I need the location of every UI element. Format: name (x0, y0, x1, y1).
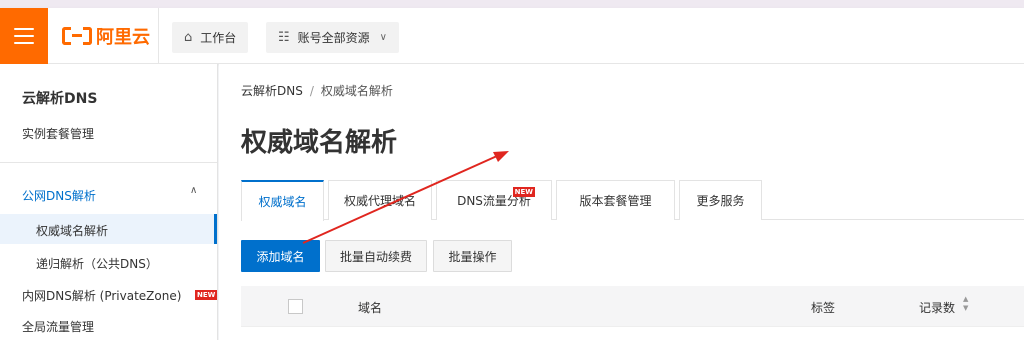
breadcrumb-current: 权威域名解析 (320, 84, 393, 98)
page-title: 权威域名解析 (241, 128, 398, 158)
aliyun-logo-mark (62, 27, 92, 45)
tab-authoritative-domains[interactable]: 权威域名 (241, 180, 324, 221)
tab-bar: 权威域名 权威代理域名 DNS流量分析 NEW 版本套餐管理 更多服务 (241, 180, 1024, 221)
breadcrumb: 云解析DNS / 权威域名解析 (241, 82, 393, 99)
sidebar-item-private-zone-label: 内网DNS解析 (PrivateZone) (22, 289, 182, 303)
sidebar-title: 云解析DNS (22, 91, 98, 107)
new-badge: NEW (512, 187, 535, 197)
resource-group-icon: ☷ (278, 30, 290, 45)
sidebar-divider (0, 162, 217, 163)
home-icon: ⌂ (184, 30, 193, 45)
sidebar: 云解析DNS 实例套餐管理 公网DNS解析 ∧ 权威域名解析 递归解析（公共DN… (0, 64, 218, 340)
chevron-up-icon[interactable]: ∧ (190, 185, 197, 196)
table-header: 域名 标签 记录数 ▲ ▼ (241, 286, 1024, 326)
chevron-down-icon: ∨ (379, 32, 387, 43)
tab-proxy-domains[interactable]: 权威代理域名 (328, 180, 432, 220)
menu-button[interactable] (0, 8, 48, 64)
column-domain: 域名 (358, 301, 383, 315)
aliyun-logo[interactable]: 阿里云 (62, 8, 150, 64)
sidebar-item-private-zone[interactable]: 内网DNS解析 (PrivateZone) (22, 287, 181, 304)
breadcrumb-root[interactable]: 云解析DNS (241, 84, 303, 98)
select-all-checkbox[interactable] (288, 299, 303, 314)
sort-icon[interactable]: ▲ ▼ (963, 295, 971, 313)
main-content: 云解析DNS / 权威域名解析 权威域名解析 权威域名 权威代理域名 DNS流量分析… (219, 64, 1024, 340)
header-divider (158, 8, 159, 64)
new-badge: NEW (195, 290, 218, 300)
tab-more-services[interactable]: 更多服务 (679, 180, 762, 220)
top-navbar: 阿里云 ⌂ 工作台 ☷ 账号全部资源 ∨ (0, 8, 1024, 64)
sidebar-group-public-dns[interactable]: 公网DNS解析 (22, 187, 96, 204)
menu-icon (14, 28, 34, 44)
column-tags: 标签 (811, 301, 836, 315)
batch-operations-button[interactable]: 批量操作 (433, 240, 512, 272)
tab-plan-management[interactable]: 版本套餐管理 (556, 180, 675, 220)
tab-dns-traffic-analysis[interactable]: DNS流量分析 NEW (436, 180, 552, 220)
sidebar-active-indicator (0, 214, 217, 244)
browser-top-strip (0, 0, 1024, 8)
table-row-divider (241, 326, 1024, 327)
sidebar-item-recursive-dns[interactable]: 递归解析（公共DNS） (36, 255, 158, 272)
batch-auto-renew-button[interactable]: 批量自动续费 (325, 240, 427, 272)
sidebar-item-authoritative-dns[interactable]: 权威域名解析 (36, 222, 108, 239)
resource-scope-label: 账号全部资源 (297, 31, 370, 45)
workbench-label: 工作台 (200, 31, 237, 45)
resource-scope-dropdown[interactable]: ☷ 账号全部资源 ∨ (266, 22, 399, 53)
workbench-button[interactable]: ⌂ 工作台 (172, 22, 249, 53)
sidebar-item-global-traffic[interactable]: 全局流量管理 (22, 318, 94, 335)
sidebar-item-instance-plans[interactable]: 实例套餐管理 (22, 125, 94, 142)
breadcrumb-separator: / (309, 84, 314, 98)
add-domain-button[interactable]: 添加域名 (241, 240, 320, 272)
column-record-count[interactable]: 记录数 (919, 299, 955, 316)
logo-text: 阿里云 (96, 27, 150, 48)
